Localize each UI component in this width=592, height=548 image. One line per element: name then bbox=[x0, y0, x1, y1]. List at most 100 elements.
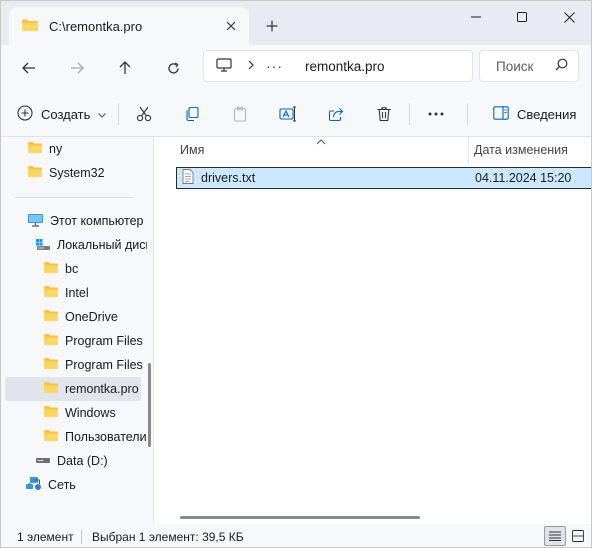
nav-item-this-pc[interactable]: Этот компьютер bbox=[1, 209, 147, 233]
close-window-icon[interactable] bbox=[546, 1, 591, 33]
nav-label: ny bbox=[49, 142, 63, 156]
status-bar: 1 элемент Выбран 1 элемент: 39,5 КБ bbox=[1, 524, 591, 547]
toolbar-divider bbox=[409, 103, 410, 125]
search-input[interactable]: Поиск bbox=[479, 50, 579, 82]
plus-circle-icon bbox=[17, 104, 33, 124]
delete-icon[interactable] bbox=[369, 100, 399, 128]
copy-icon[interactable] bbox=[177, 100, 207, 128]
tiles-view-icon[interactable] bbox=[567, 526, 589, 546]
chevron-right-icon[interactable] bbox=[248, 59, 254, 73]
nav-item-program-files-x86[interactable]: Program Files (x86) bbox=[1, 353, 147, 377]
folder-icon bbox=[43, 405, 59, 421]
more-options-icon[interactable] bbox=[421, 100, 451, 128]
address-ellipsis[interactable]: ··· bbox=[266, 58, 283, 74]
command-bar: Создать Сведения bbox=[1, 91, 591, 137]
nav-item-ny[interactable]: ny bbox=[1, 137, 147, 161]
folder-icon bbox=[43, 261, 59, 277]
nav-item-system32[interactable]: System32 bbox=[1, 161, 147, 185]
details-button[interactable]: Сведения bbox=[493, 100, 576, 128]
file-explorer-window: C:\remontka.pro ··· remontka.pro Поиск С… bbox=[0, 0, 592, 548]
nav-item-program-files[interactable]: Program Files bbox=[1, 329, 147, 353]
nav-scrollbar[interactable] bbox=[148, 363, 151, 447]
folder-icon bbox=[21, 18, 39, 35]
file-list-pane: Имя Дата изменения drivers.txt 04.11.202… bbox=[153, 134, 591, 524]
network-icon bbox=[25, 476, 42, 494]
table-row[interactable]: drivers.txt 04.11.2024 15:20 bbox=[176, 167, 591, 189]
details-view-icon[interactable] bbox=[544, 526, 566, 546]
drive-icon bbox=[35, 454, 51, 468]
column-date-modified[interactable]: Дата изменения bbox=[474, 143, 568, 157]
nav-item-onedrive[interactable]: OneDrive bbox=[1, 305, 147, 329]
tab-current[interactable]: C:\remontka.pro bbox=[9, 7, 249, 45]
column-header-row: Имя Дата изменения bbox=[154, 134, 591, 163]
nav-label: OneDrive bbox=[65, 310, 118, 324]
nav-label: Data (D:) bbox=[57, 454, 108, 468]
forward-arrow-icon[interactable] bbox=[61, 52, 93, 84]
sort-up-icon bbox=[316, 134, 326, 148]
nav-label: Windows bbox=[65, 406, 116, 420]
create-label: Создать bbox=[41, 106, 91, 122]
column-name[interactable]: Имя bbox=[180, 143, 204, 157]
drive-c-icon bbox=[35, 237, 51, 254]
details-label: Сведения bbox=[517, 106, 577, 122]
nav-label: Этот компьютер bbox=[50, 214, 144, 228]
file-name: drivers.txt bbox=[201, 171, 256, 185]
nav-item-intel[interactable]: Intel bbox=[1, 281, 147, 305]
toolbar-divider bbox=[467, 103, 468, 125]
selection-info: Выбран 1 элемент: 39,5 КБ bbox=[92, 530, 244, 544]
computer-icon bbox=[27, 213, 44, 230]
breadcrumb-remontka[interactable]: remontka.pro bbox=[305, 59, 385, 74]
nav-item-users[interactable]: Пользователи bbox=[1, 425, 147, 449]
status-divider bbox=[81, 530, 82, 544]
folder-icon bbox=[43, 333, 59, 349]
column-divider[interactable] bbox=[468, 137, 469, 163]
nav-item-drive-d[interactable]: Data (D:) bbox=[1, 449, 147, 473]
up-arrow-icon[interactable] bbox=[109, 52, 141, 84]
nav-label: bc bbox=[65, 262, 79, 276]
folder-icon bbox=[43, 357, 59, 373]
nav-label: Локальный диск (C:) bbox=[57, 238, 147, 252]
nav-label: Program Files (x86) bbox=[65, 358, 147, 372]
search-icon bbox=[555, 58, 568, 74]
chevron-down-icon bbox=[98, 107, 107, 121]
nav-item-bc[interactable]: bc bbox=[1, 257, 147, 281]
new-tab-plus-icon[interactable] bbox=[259, 13, 285, 39]
cut-icon[interactable] bbox=[129, 100, 159, 128]
folder-icon bbox=[43, 381, 59, 397]
nav-label: System32 bbox=[49, 166, 105, 180]
file-date: 04.11.2024 15:20 bbox=[475, 171, 572, 185]
create-button[interactable]: Создать bbox=[17, 100, 107, 128]
folder-icon bbox=[27, 141, 43, 157]
share-icon[interactable] bbox=[321, 100, 351, 128]
nav-label: Program Files bbox=[65, 334, 143, 348]
nav-label: Пользователи bbox=[65, 430, 147, 444]
back-arrow-icon[interactable] bbox=[13, 52, 45, 84]
horizontal-scrollbar[interactable] bbox=[180, 516, 420, 519]
text-file-icon bbox=[182, 169, 194, 187]
nav-item-drive-c[interactable]: Локальный диск (C:) bbox=[1, 233, 147, 257]
rename-icon[interactable] bbox=[273, 100, 303, 128]
item-count: 1 элемент bbox=[17, 530, 74, 544]
address-row: ··· remontka.pro Поиск bbox=[1, 45, 591, 91]
tab-bar: C:\remontka.pro bbox=[1, 1, 591, 45]
folder-icon bbox=[43, 429, 59, 445]
tab-title: C:\remontka.pro bbox=[49, 18, 143, 34]
nav-item-remontka[interactable]: remontka.pro bbox=[5, 377, 141, 401]
details-pane-icon bbox=[493, 105, 509, 123]
navigation-pane: ny System32 Этот компьютер Локальный дис… bbox=[1, 137, 153, 524]
toolbar-divider bbox=[118, 103, 119, 125]
nav-divider bbox=[15, 197, 133, 198]
nav-item-windows[interactable]: Windows bbox=[1, 401, 147, 425]
tab-close-icon[interactable] bbox=[219, 14, 243, 38]
nav-label: Intel bbox=[65, 286, 89, 300]
maximize-icon[interactable] bbox=[499, 1, 545, 33]
address-bar[interactable]: ··· remontka.pro bbox=[203, 50, 473, 82]
folder-icon bbox=[27, 165, 43, 181]
search-placeholder: Поиск bbox=[496, 58, 534, 74]
folder-icon bbox=[43, 309, 59, 325]
minimize-icon[interactable] bbox=[453, 1, 499, 33]
refresh-icon[interactable] bbox=[157, 52, 189, 84]
paste-icon[interactable] bbox=[225, 100, 255, 128]
nav-item-network[interactable]: Сеть bbox=[1, 473, 147, 497]
computer-icon bbox=[216, 57, 232, 75]
